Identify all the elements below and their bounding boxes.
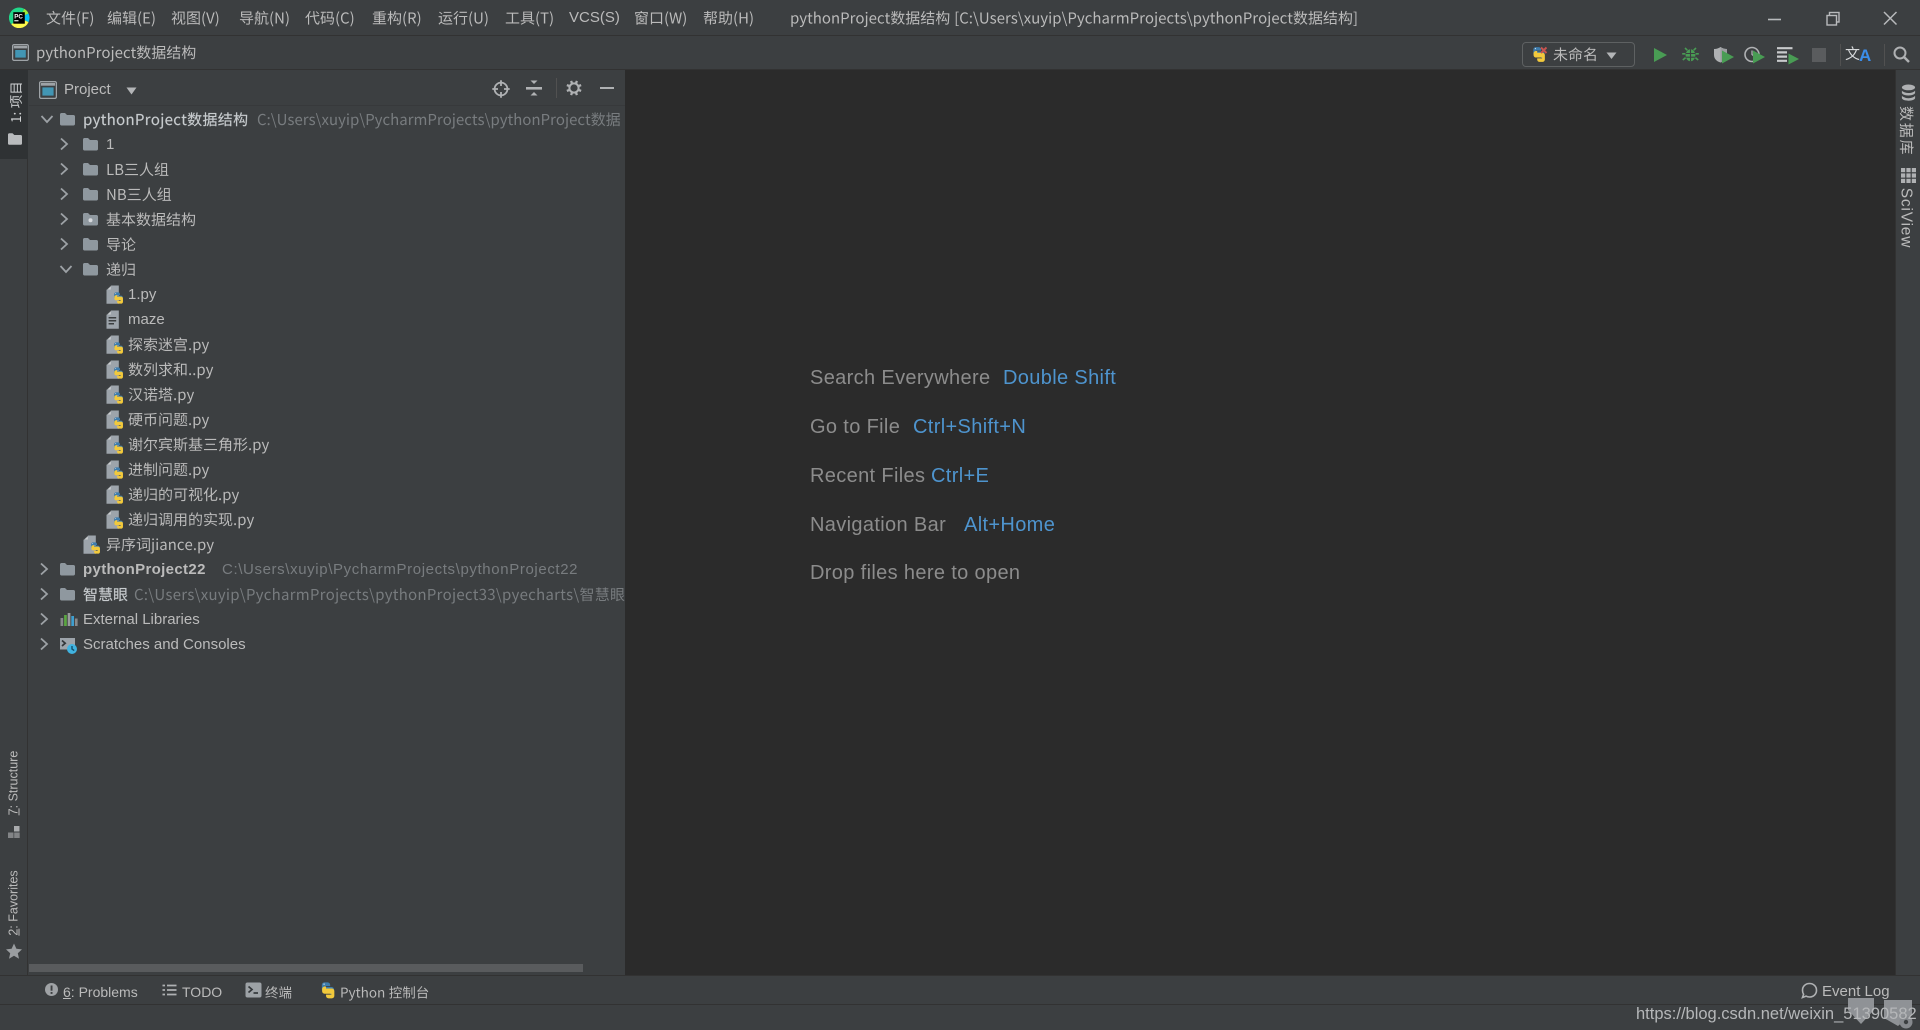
svg-text:PC: PC [14, 13, 23, 20]
